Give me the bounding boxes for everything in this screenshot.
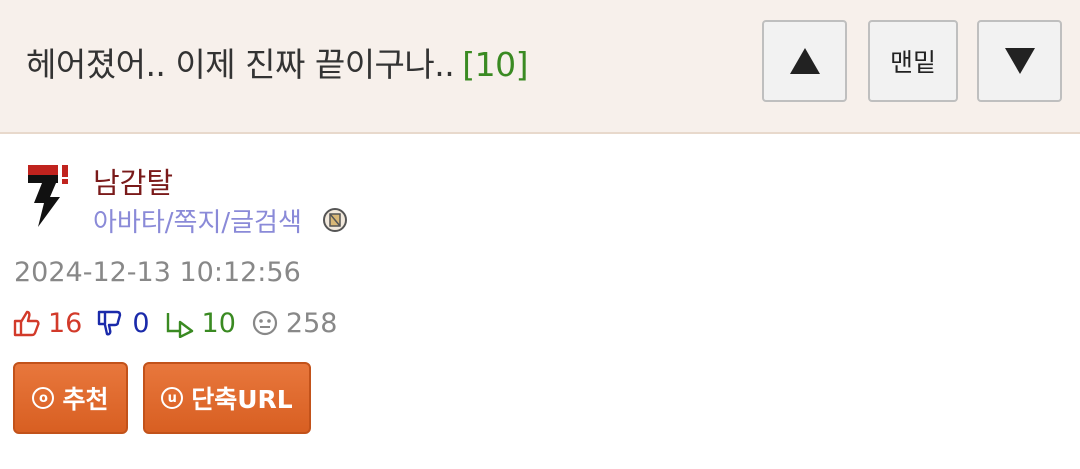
reply-count: 10 [201, 307, 236, 339]
post-title: 헤어졌어.. 이제 진짜 끝이구나.. [10] [26, 38, 528, 86]
author-links[interactable]: 아바타/쪽지/글검색 [93, 202, 302, 239]
scroll-up-button[interactable] [762, 20, 847, 102]
downvote-count: 0 [132, 307, 150, 339]
reply-stat: 10 [164, 308, 236, 339]
thumbs-down-icon [98, 310, 122, 336]
short-url-button[interactable]: u 단축URL [143, 362, 311, 434]
post-header: 헤어졌어.. 이제 진짜 끝이구나.. [10] 맨밑 [0, 0, 1080, 134]
view-count: 258 [285, 307, 338, 339]
upvote-stat: 16 [12, 308, 82, 339]
recommend-label: 추천 [62, 385, 109, 414]
triangle-down-icon [1004, 48, 1035, 74]
avatar[interactable] [24, 163, 76, 229]
level-badge-icon [323, 208, 347, 232]
recommend-circle-icon: o [32, 387, 55, 409]
short-url-circle-icon: u [161, 387, 184, 409]
upvote-count: 16 [48, 307, 83, 339]
post-title-text: 헤어졌어.. 이제 진짜 끝이구나.. [26, 45, 455, 84]
reply-arrow-icon [166, 313, 193, 338]
scroll-bottom-button[interactable]: 맨밑 [868, 20, 958, 102]
scroll-down-button[interactable] [977, 20, 1062, 102]
post-stats: 16 0 10 258 [12, 305, 351, 341]
post-datetime: 2024-12-13 10:12:56 [14, 257, 301, 288]
author-nickname[interactable]: 남감탈 [93, 160, 173, 202]
short-url-label: 단축URL [191, 385, 293, 414]
view-stat: 258 [250, 307, 338, 339]
triangle-up-icon [789, 48, 820, 74]
reply-count-badge[interactable]: [10] [462, 45, 528, 84]
downvote-stat: 0 [96, 307, 150, 339]
thumbs-up-icon [13, 310, 40, 337]
eye-face-icon [252, 310, 278, 336]
recommend-button[interactable]: o 추천 [13, 362, 128, 434]
